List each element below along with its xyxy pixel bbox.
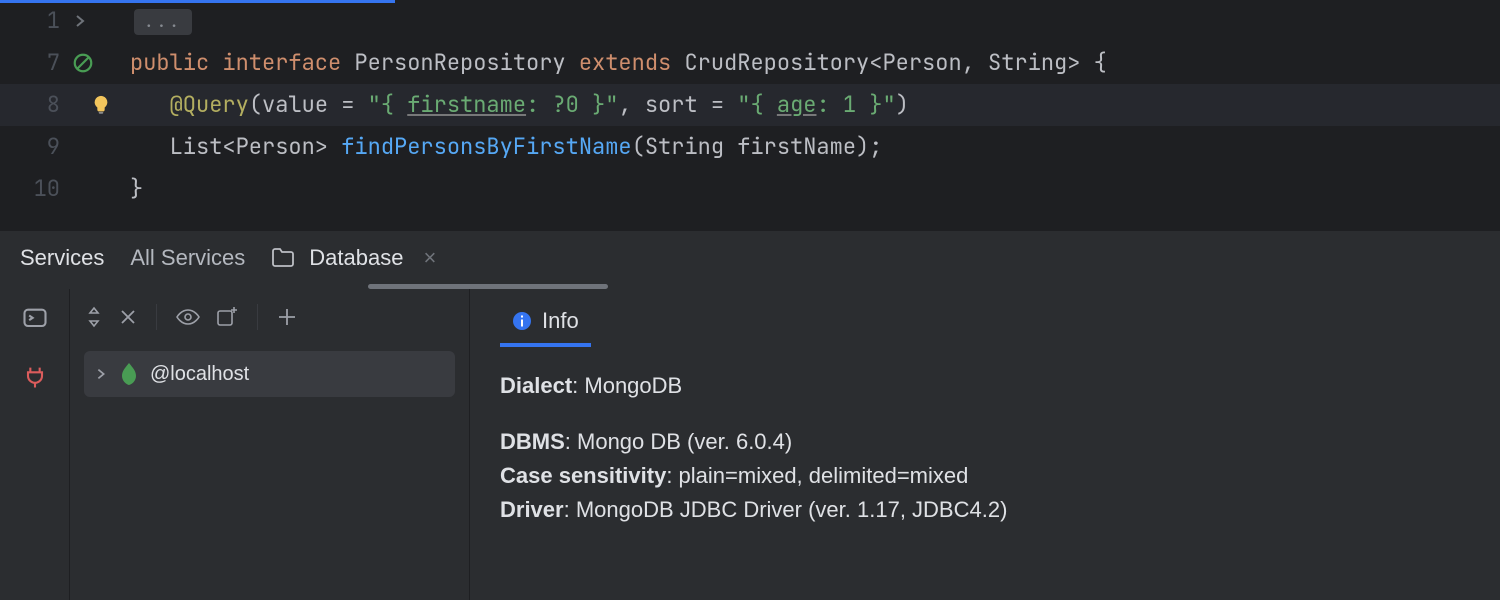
plus-icon[interactable] — [276, 306, 298, 328]
info-body: Dialect: MongoDB DBMS: Mongo DB (ver. 6.… — [500, 347, 1470, 527]
code-line: 9 List<Person> findPersonsByFirstName(St… — [0, 126, 1500, 168]
code-text[interactable]: } — [130, 168, 143, 210]
detail-tabs: Info — [500, 299, 1470, 347]
fold-ellipsis[interactable]: ... — [134, 9, 192, 35]
code-line: 7 public interface PersonRepository exte… — [0, 42, 1500, 84]
bulb-icon[interactable] — [90, 94, 112, 116]
services-body: @localhost Info Dialect: MongoDB DBMS: M… — [0, 289, 1500, 600]
line-number: 8 — [0, 84, 72, 126]
eye-icon[interactable] — [175, 307, 201, 327]
line-number: 9 — [0, 126, 72, 168]
line-number: 10 — [0, 168, 72, 210]
mongodb-leaf-icon — [120, 363, 138, 385]
info-row: Dialect: MongoDB — [500, 369, 1470, 403]
info-row: Case sensitivity: plain=mixed, delimited… — [500, 459, 1470, 493]
chevron-right-icon — [94, 367, 108, 381]
all-services-breadcrumb[interactable]: All Services — [130, 245, 245, 271]
code-text[interactable]: @Query(value = "{ firstname: ?0 }", sort… — [130, 84, 909, 126]
datasource-label: @localhost — [150, 363, 249, 386]
detail-pane: Info Dialect: MongoDB DBMS: Mongo DB (ve… — [470, 289, 1500, 600]
services-title: Services — [20, 245, 104, 271]
info-icon — [512, 311, 532, 331]
database-tab-label: Database — [309, 245, 403, 271]
services-header: Services All Services Database × — [0, 230, 1500, 284]
close-x-icon[interactable] — [118, 307, 138, 327]
info-row: DBMS: Mongo DB (ver. 6.0.4) — [500, 425, 1470, 459]
datasource-node-localhost[interactable]: @localhost — [84, 351, 455, 397]
console-icon[interactable] — [21, 305, 49, 333]
code-editor[interactable]: 1 ... 7 public interface PersonRepositor… — [0, 0, 1500, 230]
toolbar-divider — [156, 304, 157, 330]
side-rail — [0, 289, 70, 600]
code-text[interactable]: public interface PersonRepository extend… — [130, 42, 1107, 84]
close-tab-icon[interactable]: × — [423, 245, 436, 271]
line-number: 1 — [0, 0, 72, 42]
code-line: 8 @Query(value = "{ firstname: ?0 }", so… — [0, 84, 1500, 126]
line-number: 7 — [0, 42, 72, 84]
no-entry-icon[interactable] — [72, 52, 94, 74]
info-row: Driver: MongoDB JDBC Driver (ver. 1.17, … — [500, 493, 1470, 527]
chevron-right-icon[interactable] — [72, 13, 88, 29]
expand-collapse-icon[interactable] — [84, 305, 104, 329]
database-tab[interactable]: Database × — [271, 245, 436, 271]
folder-icon — [271, 248, 295, 268]
code-line: 10 } — [0, 168, 1500, 210]
info-tab[interactable]: Info — [500, 299, 591, 347]
new-square-icon[interactable] — [215, 305, 239, 329]
toolbar-divider — [257, 304, 258, 330]
code-text[interactable]: List<Person> findPersonsByFirstName(Stri… — [130, 126, 882, 168]
info-tab-label: Info — [542, 308, 579, 334]
progress-bar — [0, 0, 395, 3]
services-tree: @localhost — [70, 289, 470, 600]
tab-underline — [0, 284, 1500, 289]
plug-icon[interactable] — [21, 363, 49, 391]
code-line: 1 ... — [0, 0, 1500, 42]
tree-toolbar — [70, 289, 469, 345]
